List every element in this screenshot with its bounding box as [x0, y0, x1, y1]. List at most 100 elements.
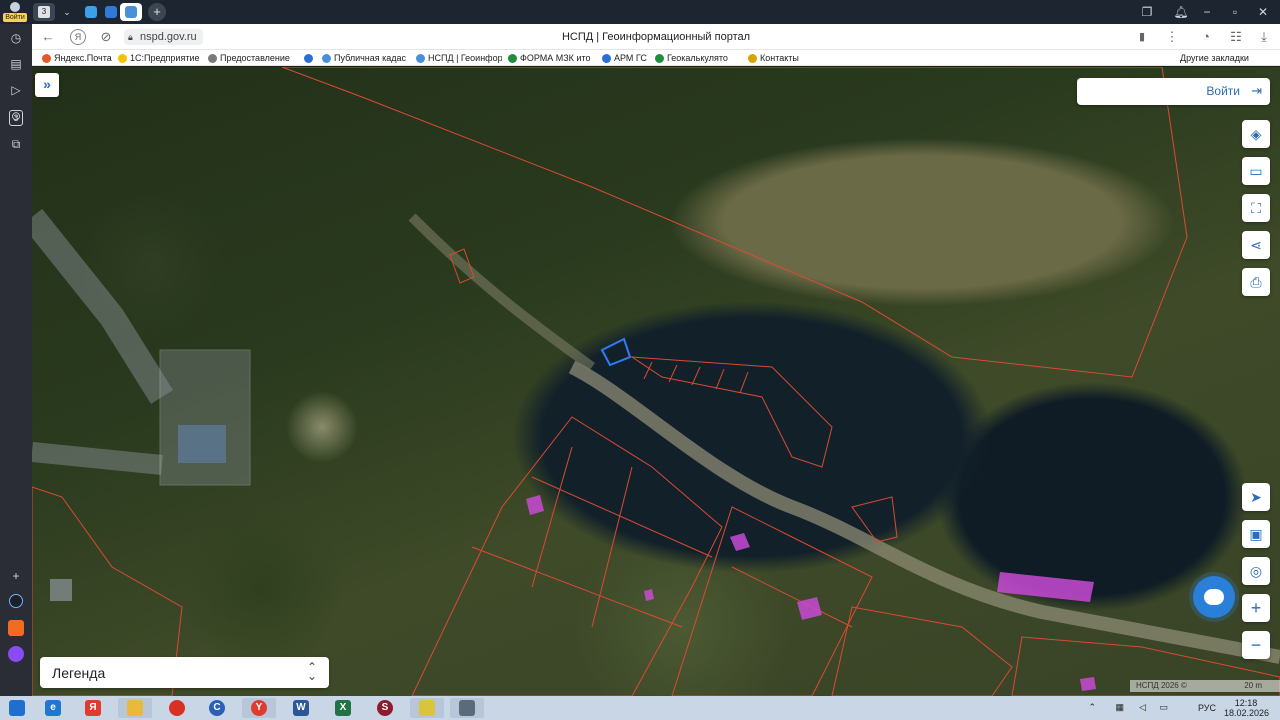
add-panel-icon[interactable]: +	[8, 568, 24, 584]
extensions-icon[interactable]: ⋮	[1164, 29, 1180, 45]
maximize-button[interactable]: ▫	[1224, 4, 1246, 20]
tab-1[interactable]	[80, 3, 102, 21]
screenshot-icon[interactable]: ⧉	[8, 136, 24, 152]
parcel-line	[531, 446, 573, 588]
profile-icon	[10, 2, 20, 12]
url-field[interactable]: 🔒︎ nspd.gov.ru	[124, 29, 203, 45]
alice-icon[interactable]	[9, 594, 23, 608]
bookmark-icon[interactable]: ▮	[1134, 29, 1150, 45]
start-button[interactable]	[2, 698, 32, 718]
taskbar-app-ie[interactable]: e	[36, 698, 70, 718]
download-icon[interactable]: ⤓	[1256, 29, 1272, 45]
zoom-out-button[interactable]: −	[1242, 631, 1270, 659]
parcel-line	[471, 546, 683, 628]
mail-icon[interactable]	[8, 620, 24, 636]
expand-panel-button[interactable]: »	[35, 73, 59, 97]
yandex-browser-icon: Y	[251, 700, 267, 716]
messenger-icon[interactable]	[8, 646, 24, 662]
network-icon[interactable]: ▦	[1115, 702, 1124, 713]
login-button[interactable]: Войти ⇥	[1077, 78, 1270, 105]
profile-button[interactable]: Войти	[3, 1, 27, 23]
map-canvas[interactable]: » Войти ⇥ ◈ ▭ ⛶ ⋖ ⎙ ➤ ▣ ◎ + − Легенда ⌃ ⌄…	[32, 67, 1280, 696]
parcel-line	[715, 368, 725, 390]
back-button[interactable]: ←	[40, 29, 56, 45]
clock-date[interactable]: 18.02.2026	[1224, 708, 1269, 718]
bookmark-item[interactable]: Предоставление	[208, 52, 292, 64]
minimap-icon: ▣	[1249, 525, 1263, 542]
bookmark-item[interactable]: 1С:Предприятие	[118, 52, 204, 64]
tray-chevron-icon[interactable]: ⌃	[1088, 702, 1096, 713]
taskbar-app-yandex-browser[interactable]: Y	[242, 698, 276, 718]
taskbar-app-c[interactable]: C	[200, 698, 234, 718]
tab-dropdown-button[interactable]: ⌄	[56, 3, 78, 21]
legend-panel[interactable]: Легенда ⌃ ⌄	[40, 657, 329, 688]
media-icon[interactable]: ▷	[8, 82, 24, 98]
share-icon: ⋖	[1250, 236, 1262, 253]
bookmark-favicon	[748, 53, 757, 63]
taskbar-app-explorer[interactable]	[118, 698, 152, 718]
bookmark-item[interactable]: НСПД | Геоинфор	[416, 52, 502, 64]
search-location-button[interactable]: ◎	[1242, 557, 1270, 585]
taskbar-app-word[interactable]: W	[284, 698, 318, 718]
tab-2-icon	[105, 6, 117, 18]
folder-icon	[127, 700, 143, 716]
battery-icon[interactable]: ▭	[1159, 702, 1168, 713]
tab-group-button[interactable]: 3	[33, 3, 55, 21]
taskbar-app-chrome[interactable]	[160, 698, 194, 718]
parcel-line	[731, 566, 853, 628]
clock-time[interactable]: 12:18	[1226, 698, 1266, 708]
share-button[interactable]: ⋖	[1242, 231, 1270, 259]
windows-icon	[9, 700, 25, 716]
tab-active[interactable]	[120, 3, 142, 21]
layers-button[interactable]: ◈	[1242, 120, 1270, 148]
chat-button[interactable]	[1193, 576, 1235, 618]
app-c-icon: C	[209, 700, 225, 716]
bookmark-item[interactable]: Контакты	[748, 52, 808, 64]
locate-button[interactable]: ➤	[1242, 483, 1270, 511]
building	[644, 589, 654, 601]
bookmarks-panel-icon[interactable]: ❐	[1136, 4, 1158, 20]
tab-2[interactable]	[100, 3, 122, 21]
history-icon[interactable]: ◷	[8, 30, 24, 46]
shed	[50, 579, 72, 601]
bookmark-item[interactable]: Яндекс.Почта	[42, 52, 116, 64]
bookmark-item[interactable]	[304, 52, 318, 64]
ruler-button[interactable]: ▭	[1242, 157, 1270, 185]
yandex-button[interactable]: Я	[70, 29, 86, 45]
new-tab-button[interactable]: +	[148, 3, 166, 21]
bookmark-item[interactable]: Публичная кадас	[322, 52, 410, 64]
access-strip	[32, 442, 163, 475]
notifications-icon[interactable]: 🔔︎	[1170, 4, 1192, 20]
bookmark-item[interactable]: Геокалькулято	[655, 52, 743, 64]
taskbar-app-yandex[interactable]: Я	[76, 698, 110, 718]
collections-icon[interactable]: ▤	[8, 56, 24, 72]
minimize-button[interactable]: −	[1196, 4, 1218, 20]
bookmark-item[interactable]: ФОРМА МЗК ито	[508, 52, 594, 64]
taskbar-app-s[interactable]: S	[368, 698, 402, 718]
login-label: Войти	[1206, 84, 1240, 98]
chat-icon	[1204, 589, 1224, 605]
print-button[interactable]: ⎙	[1242, 268, 1270, 296]
taskbar-app-excel[interactable]: X	[326, 698, 360, 718]
chevron-updown-icon: ⌃ ⌄	[306, 660, 317, 683]
language-indicator[interactable]: РУС	[1198, 703, 1216, 713]
bookmark-item[interactable]: АРМ ГС	[602, 52, 652, 64]
protect-icon[interactable]: ⊘	[98, 29, 114, 45]
bookmark-favicon	[42, 53, 51, 63]
sidebar-count-badge[interactable]: 3	[9, 110, 23, 126]
zoom-in-button[interactable]: +	[1242, 594, 1270, 622]
yandex-icon: Я	[85, 700, 101, 716]
close-button[interactable]: ✕	[1252, 4, 1274, 20]
minimap-button[interactable]: ▣	[1242, 520, 1270, 548]
volume-icon[interactable]: ◁	[1139, 702, 1146, 713]
other-bookmarks[interactable]: Другие закладки	[1180, 52, 1270, 64]
bookmark-favicon	[208, 53, 217, 63]
print-icon: ⎙	[1250, 273, 1262, 290]
select-area-button[interactable]: ⛶	[1242, 194, 1270, 222]
vpn-icon[interactable]: ◔	[1198, 29, 1214, 45]
excel-icon: X	[335, 700, 351, 716]
taskbar-app-person[interactable]	[450, 698, 484, 718]
taskbar-app-notes[interactable]	[410, 698, 444, 718]
reader-icon[interactable]: ☷	[1228, 29, 1244, 45]
word-icon: W	[293, 700, 309, 716]
